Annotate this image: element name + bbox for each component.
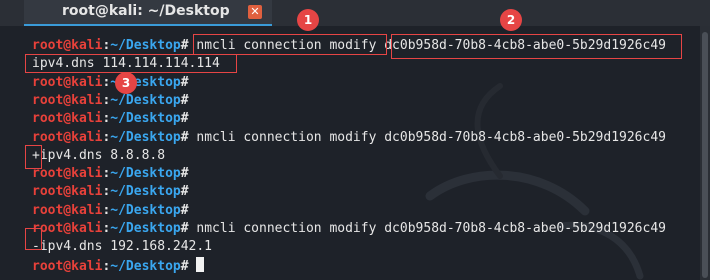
prompt-symbol: # xyxy=(180,74,189,90)
annotation-marker-2: 2 xyxy=(500,9,522,31)
prompt-path: ~/Desktop xyxy=(110,38,181,53)
prompt-user: root@kali xyxy=(32,38,103,53)
terminal-line: -ipv4.dns 192.168.242.1 xyxy=(32,238,212,256)
prompt-user: root@kali xyxy=(32,221,103,236)
prompt-symbol: # xyxy=(180,111,189,127)
terminal-line: root@kali:~/Desktop# xyxy=(32,202,189,220)
prompt-user: root@kali xyxy=(32,202,103,218)
prompt-symbol: # xyxy=(180,184,189,200)
prompt-symbol: # xyxy=(180,221,189,236)
terminal-line: root@kali:~/Desktop# nmcli connection mo… xyxy=(32,129,666,147)
prompt-user: root@kali xyxy=(32,129,103,145)
prompt-symbol: # xyxy=(180,129,189,145)
command-text: +ipv4.dns 8.8.8.8 xyxy=(32,147,166,163)
tab-bar: root@kali: ~/Desktop ✕ xyxy=(0,0,710,26)
terminal-line: root@kali:~/Desktop# xyxy=(32,74,189,92)
prompt-path: ~/Desktop xyxy=(110,221,181,236)
prompt-user: root@kali xyxy=(32,184,103,200)
terminal-tab[interactable]: root@kali: ~/Desktop ✕ xyxy=(24,0,272,26)
annotation-marker-1: 1 xyxy=(297,9,319,31)
close-icon[interactable]: ✕ xyxy=(248,5,262,19)
prompt-symbol: # xyxy=(180,258,189,274)
prompt-path: ~/Desktop xyxy=(110,258,181,274)
highlight-minus-box xyxy=(25,228,42,250)
scrollbar[interactable] xyxy=(700,26,710,280)
prompt-user: root@kali xyxy=(32,166,103,182)
highlight-command-box xyxy=(193,34,387,55)
command-text: -ipv4.dns 192.168.242.1 xyxy=(32,239,213,255)
terminal-line: root@kali:~/Desktop# xyxy=(32,92,189,110)
terminal-line: +ipv4.dns 8.8.8.8 xyxy=(32,147,165,165)
prompt-symbol: # xyxy=(180,166,189,182)
command-text: nmcli connection modify dc0b958d-70b8-4c… xyxy=(188,221,666,236)
highlight-plus-box xyxy=(25,145,42,169)
prompt-symbol: # xyxy=(180,38,189,53)
terminal-line: root@kali:~/Desktop# xyxy=(32,256,205,275)
prompt-path: ~/Desktop xyxy=(110,111,181,127)
terminal-line: root@kali:~/Desktop# nmcli connection mo… xyxy=(32,220,666,238)
prompt-path: ~/Desktop xyxy=(110,184,181,200)
prompt-path: ~/Desktop xyxy=(110,166,181,182)
prompt-user: root@kali xyxy=(32,258,103,274)
prompt-symbol: # xyxy=(180,202,189,218)
command-text: nmcli connection modify dc0b958d-70b8-4c… xyxy=(188,129,666,145)
prompt-path: ~/Desktop xyxy=(110,129,181,145)
command-text xyxy=(189,259,197,274)
terminal-line: root@kali:~/Desktop# xyxy=(32,110,189,128)
highlight-uuid-box xyxy=(391,34,682,59)
terminal-line: root@kali:~/Desktop# xyxy=(32,165,189,183)
text-cursor xyxy=(196,256,205,272)
prompt-user: root@kali xyxy=(32,92,103,108)
annotation-marker-3: 3 xyxy=(115,72,137,94)
prompt-user: root@kali xyxy=(32,111,103,127)
scrollbar-thumb[interactable] xyxy=(702,32,708,278)
prompt-path: ~/Desktop xyxy=(110,92,181,108)
tab-title: root@kali: ~/Desktop xyxy=(62,3,230,19)
highlight-dns-box xyxy=(25,54,237,73)
prompt-symbol: # xyxy=(180,92,189,108)
prompt-path: ~/Desktop xyxy=(110,202,181,218)
terminal-line: root@kali:~/Desktop# xyxy=(32,183,189,201)
prompt-user: root@kali xyxy=(32,74,103,90)
